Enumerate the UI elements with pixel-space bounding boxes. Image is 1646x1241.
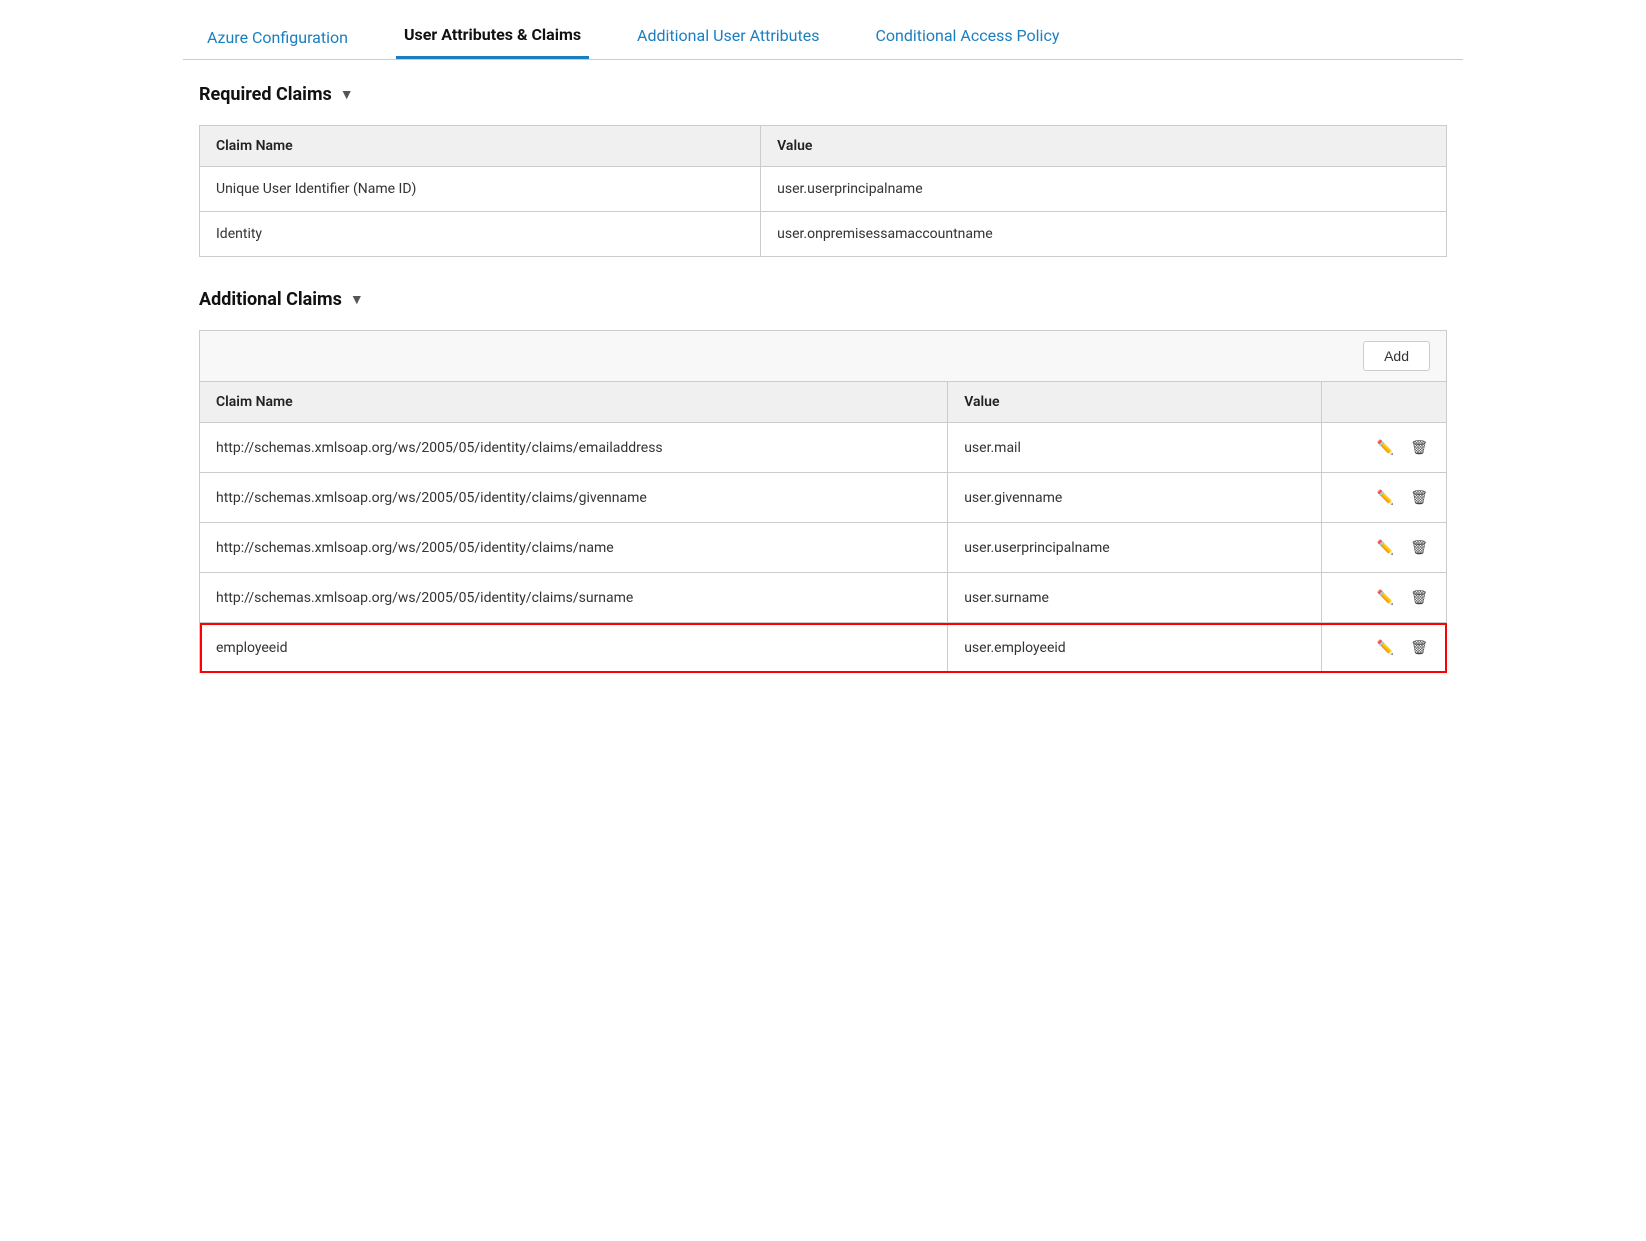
additional-claims-chevron[interactable]: ▼ xyxy=(350,291,364,308)
req-col-value-header: Value xyxy=(761,126,1447,167)
additional-claims-table: Claim Name Value http://schemas.xmlsoap.… xyxy=(199,381,1447,673)
required-claim-name: Identity xyxy=(200,212,761,257)
tab-user-attributes[interactable]: User Attributes & Claims xyxy=(396,9,589,59)
additional-claim-row: http://schemas.xmlsoap.org/ws/2005/05/id… xyxy=(200,473,1447,523)
add-col-name-header: Claim Name xyxy=(200,382,948,423)
additional-claim-value: user.mail xyxy=(948,423,1322,473)
additional-claims-title: Additional Claims xyxy=(199,289,342,310)
additional-claims-toolbar: Add xyxy=(199,330,1447,381)
additional-claim-actions: ✏️ 🗑 xyxy=(1322,573,1447,623)
additional-claim-actions: ✏️ 🗑 xyxy=(1322,473,1447,523)
additional-claim-name: http://schemas.xmlsoap.org/ws/2005/05/id… xyxy=(200,423,948,473)
required-claim-row: Unique User Identifier (Name ID) user.us… xyxy=(200,167,1447,212)
additional-claim-name: http://schemas.xmlsoap.org/ws/2005/05/id… xyxy=(200,473,948,523)
tab-azure-config[interactable]: Azure Configuration xyxy=(199,12,356,59)
additional-claim-value: user.employeeid xyxy=(948,623,1322,673)
additional-claim-row: http://schemas.xmlsoap.org/ws/2005/05/id… xyxy=(200,523,1447,573)
req-col-name-header: Claim Name xyxy=(200,126,761,167)
page-container: Azure Configuration User Attributes & Cl… xyxy=(183,0,1463,721)
required-claims-section: Required Claims ▼ Claim Name Value Uniqu… xyxy=(199,80,1447,257)
additional-claim-actions: ✏️ 🗑 xyxy=(1322,523,1447,573)
delete-claim-button[interactable]: 🗑 xyxy=(1408,587,1430,608)
additional-claim-actions: ✏️ 🗑 xyxy=(1322,423,1447,473)
top-nav: Azure Configuration User Attributes & Cl… xyxy=(183,0,1463,60)
main-content: Required Claims ▼ Claim Name Value Uniqu… xyxy=(183,60,1463,721)
additional-claim-name: http://schemas.xmlsoap.org/ws/2005/05/id… xyxy=(200,573,948,623)
edit-claim-button[interactable]: ✏️ xyxy=(1375,437,1396,458)
required-claim-name: Unique User Identifier (Name ID) xyxy=(200,167,761,212)
additional-claim-name: http://schemas.xmlsoap.org/ws/2005/05/id… xyxy=(200,523,948,573)
additional-claim-row: http://schemas.xmlsoap.org/ws/2005/05/id… xyxy=(200,573,1447,623)
tab-additional-user-attributes[interactable]: Additional User Attributes xyxy=(629,10,827,59)
delete-claim-button[interactable]: 🗑 xyxy=(1408,487,1430,508)
edit-claim-button[interactable]: ✏️ xyxy=(1375,537,1396,558)
additional-claim-row: employeeid user.employeeid ✏️ 🗑 xyxy=(200,623,1447,673)
delete-claim-button[interactable]: 🗑 xyxy=(1408,637,1430,658)
edit-claim-button[interactable]: ✏️ xyxy=(1375,487,1396,508)
add-col-actions-header xyxy=(1322,382,1447,423)
additional-claims-header[interactable]: Additional Claims ▼ xyxy=(199,285,1447,314)
edit-claim-button[interactable]: ✏️ xyxy=(1375,587,1396,608)
required-claim-value: user.onpremisessamaccountname xyxy=(761,212,1447,257)
additional-claim-row: http://schemas.xmlsoap.org/ws/2005/05/id… xyxy=(200,423,1447,473)
add-col-value-header: Value xyxy=(948,382,1322,423)
tab-conditional-access[interactable]: Conditional Access Policy xyxy=(867,10,1067,59)
add-claim-button[interactable]: Add xyxy=(1363,341,1430,371)
additional-claims-section: Additional Claims ▼ Add Claim Name Value… xyxy=(199,285,1447,673)
required-claims-table: Claim Name Value Unique User Identifier … xyxy=(199,125,1447,257)
required-claims-header[interactable]: Required Claims ▼ xyxy=(199,80,1447,109)
delete-claim-button[interactable]: 🗑 xyxy=(1408,437,1430,458)
delete-claim-button[interactable]: 🗑 xyxy=(1408,537,1430,558)
additional-claim-actions: ✏️ 🗑 xyxy=(1322,623,1447,673)
additional-claim-value: user.userprincipalname xyxy=(948,523,1322,573)
required-claim-row: Identity user.onpremisessamaccountname xyxy=(200,212,1447,257)
required-claims-title: Required Claims xyxy=(199,84,332,105)
required-claim-value: user.userprincipalname xyxy=(761,167,1447,212)
edit-claim-button[interactable]: ✏️ xyxy=(1375,637,1396,658)
additional-claim-name: employeeid xyxy=(200,623,948,673)
additional-claim-value: user.givenname xyxy=(948,473,1322,523)
additional-claim-value: user.surname xyxy=(948,573,1322,623)
required-claims-chevron[interactable]: ▼ xyxy=(340,86,354,103)
